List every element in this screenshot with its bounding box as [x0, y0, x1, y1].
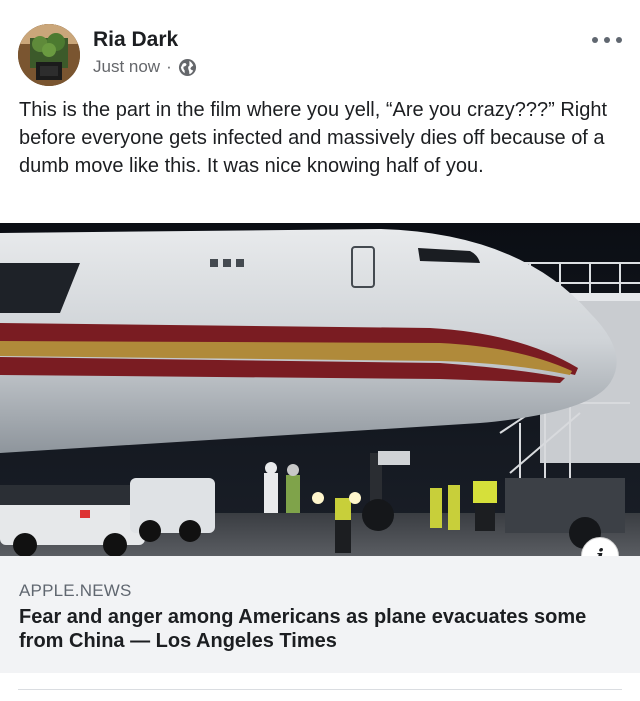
author-name[interactable]: Ria Dark [93, 28, 178, 52]
timestamp[interactable]: Just now [93, 57, 160, 77]
avatar[interactable] [18, 24, 80, 86]
more-options-icon[interactable] [592, 30, 622, 50]
divider [18, 689, 622, 690]
globe-icon[interactable] [178, 58, 197, 77]
post-meta: Just now · [93, 57, 197, 77]
post-header: Ria Dark Just now · [0, 0, 640, 92]
link-source[interactable]: APPLE.NEWS [19, 581, 132, 601]
meta-separator: · [166, 57, 172, 76]
link-preview-image[interactable] [0, 223, 640, 556]
post-text: This is the part in the film where you y… [19, 99, 608, 177]
link-headline[interactable]: Fear and anger among Americans as plane … [19, 605, 619, 653]
